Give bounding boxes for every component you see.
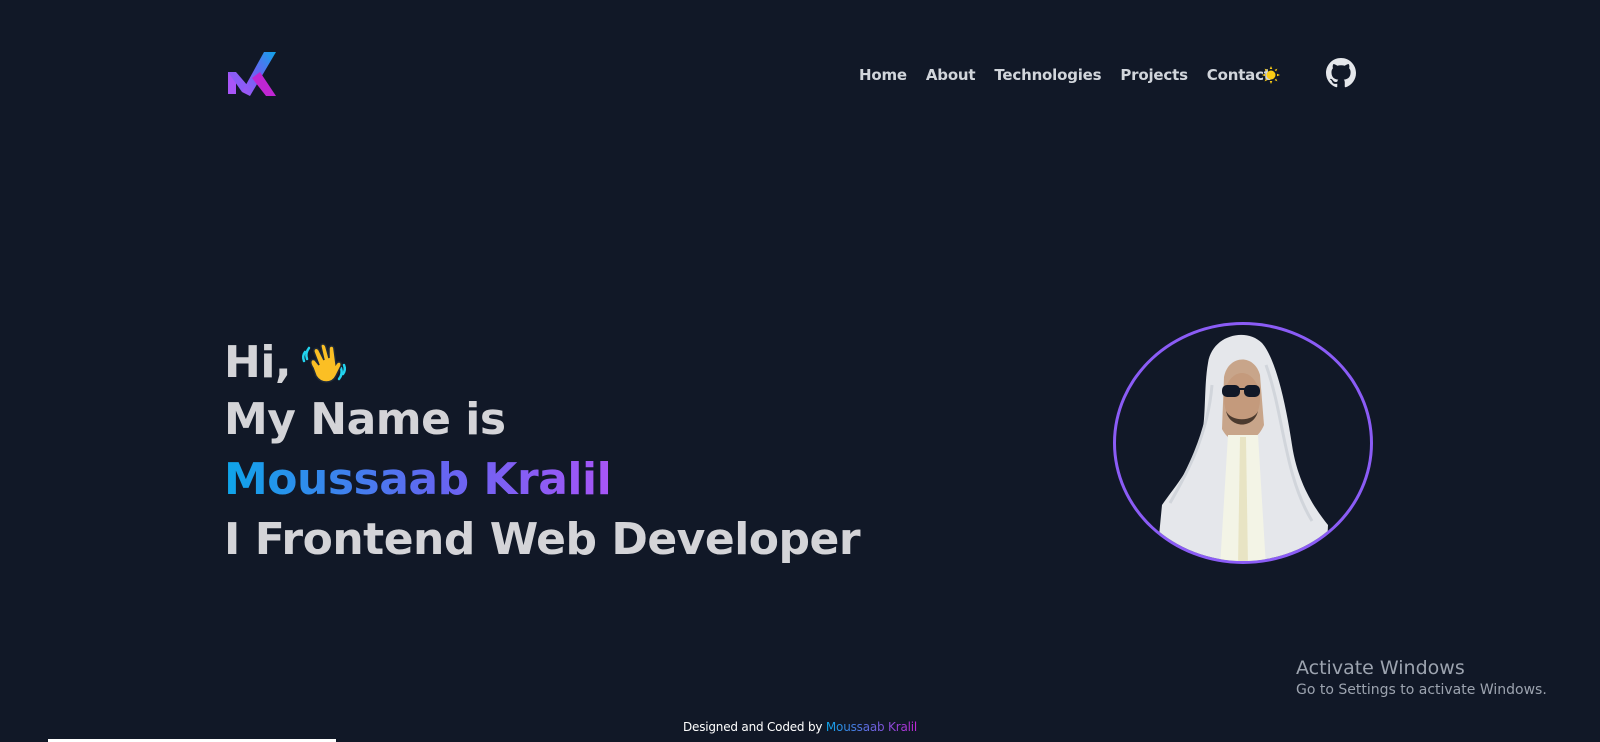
watermark-title: Activate Windows — [1296, 657, 1465, 679]
hero-greeting: Hi, — [224, 338, 349, 388]
greeting-text: Hi, — [224, 337, 292, 388]
sun-icon[interactable] — [1262, 66, 1280, 84]
footer-credit: Designed and Coded by Moussaab Kralil — [0, 720, 1600, 734]
portfolio-page: Home About Technologies Projects Contact… — [0, 0, 1600, 742]
watermark-subtitle: Go to Settings to activate Windows. — [1296, 682, 1547, 698]
nav-projects[interactable]: Projects — [1120, 66, 1188, 84]
waving-hand-icon — [302, 343, 347, 383]
avatar — [1113, 322, 1373, 564]
github-icon[interactable] — [1326, 58, 1356, 88]
footer-author-link[interactable]: Moussaab Kralil — [826, 720, 917, 734]
hero-name: Moussaab Kralil — [224, 458, 612, 502]
hero-name-text: Moussaab Kralil — [224, 454, 612, 505]
nav-technologies[interactable]: Technologies — [994, 66, 1101, 84]
activate-windows-watermark: Activate Windows Go to Settings to activ… — [1296, 656, 1547, 700]
nav-home[interactable]: Home — [859, 66, 907, 84]
hero-role: I Frontend Web Developer — [224, 514, 861, 565]
footer-prefix: Designed and Coded by — [682, 720, 823, 734]
profile-photo — [1156, 334, 1328, 561]
mk-logo-icon[interactable] — [228, 52, 278, 96]
hero-intro: My Name is — [224, 394, 506, 445]
main-nav: Home About Technologies Projects Contact — [859, 62, 1290, 88]
nav-about[interactable]: About — [926, 66, 976, 84]
